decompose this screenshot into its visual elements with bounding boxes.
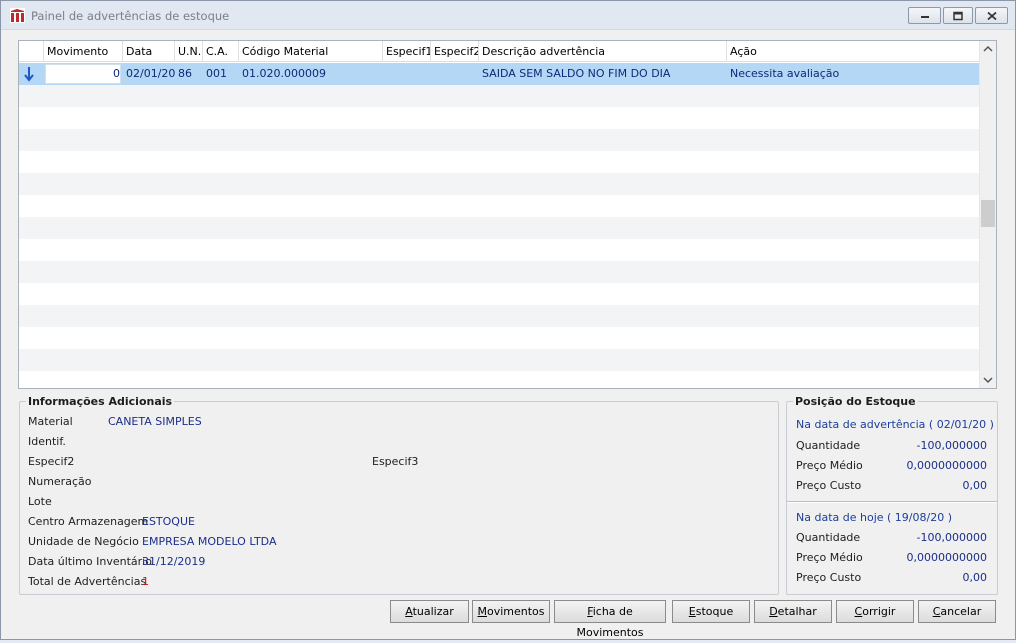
unidade-negocio-value: EMPRESA MODELO LTDA xyxy=(142,535,277,548)
header-descricao[interactable]: Descrição advertência xyxy=(479,41,727,62)
close-button[interactable] xyxy=(975,7,1008,24)
unidade-negocio-label: Unidade de Negócio xyxy=(28,535,139,548)
header-codigo-material[interactable]: Código Material xyxy=(239,41,383,62)
hoje-date-header: Na data de hoje ( 19/08/20 ) xyxy=(796,511,952,524)
warnings-grid[interactable]: Movimento Data U.N. C.A. Código Material… xyxy=(18,40,997,389)
table-row[interactable]: 0 02/01/20 86 001 01.020.000009 SAIDA SE… xyxy=(19,63,979,85)
scroll-thumb[interactable] xyxy=(981,200,995,227)
adv-preco-medio-value: 0,0000000000 xyxy=(906,459,987,472)
empty-row xyxy=(19,371,979,388)
empty-row xyxy=(19,129,979,151)
cell-un[interactable]: 86 xyxy=(175,63,203,85)
hoje-preco-medio-label: Preço Médio xyxy=(796,551,863,564)
detalhar-button[interactable]: Detalhar xyxy=(754,600,832,623)
grid-header: Movimento Data U.N. C.A. Código Material… xyxy=(19,41,979,62)
close-icon xyxy=(986,11,997,20)
header-especif1[interactable]: Especif1 xyxy=(383,41,431,62)
header-acao[interactable]: Ação xyxy=(727,41,979,62)
posicao-divider xyxy=(787,501,997,503)
material-value: CANETA SIMPLES xyxy=(108,415,202,428)
centro-armazenagem-label: Centro Armazenagem xyxy=(28,515,149,528)
adv-preco-custo-value: 0,00 xyxy=(962,479,988,492)
adv-preco-custo-label: Preço Custo xyxy=(796,479,862,492)
cancelar-button[interactable]: Cancelar xyxy=(918,600,996,623)
material-label: Material xyxy=(28,415,73,428)
total-advertencias-label: Total de Advertências xyxy=(28,575,147,588)
header-ca[interactable]: C.A. xyxy=(203,41,239,62)
empty-row xyxy=(19,217,979,239)
hoje-quantidade-label: Quantidade xyxy=(796,531,861,544)
minimize-icon xyxy=(920,15,929,18)
scroll-up-icon[interactable] xyxy=(980,41,996,58)
hoje-preco-custo-label: Preço Custo xyxy=(796,571,862,584)
numeracao-label: Numeração xyxy=(28,475,92,488)
empty-row xyxy=(19,151,979,173)
minimize-button[interactable] xyxy=(908,7,941,24)
header-especif2[interactable]: Especif2 xyxy=(431,41,479,62)
especif3-label: Especif3 xyxy=(372,455,419,468)
empty-row xyxy=(19,195,979,217)
adv-quantidade-label: Quantidade xyxy=(796,439,861,452)
restore-icon xyxy=(953,11,963,20)
app-logo-icon xyxy=(10,8,25,23)
empty-row xyxy=(19,85,979,107)
ficha-de-movimentos-button[interactable]: Ficha de Movimentos xyxy=(554,600,666,639)
empty-row xyxy=(19,283,979,305)
cell-ca[interactable]: 001 xyxy=(203,63,239,85)
posicao-estoque-title: Posição do Estoque xyxy=(795,395,916,408)
empty-row xyxy=(19,305,979,327)
window-title: Painel de advertências de estoque xyxy=(31,9,230,23)
row-pointer-arrow-icon xyxy=(23,66,35,82)
info-group-title: Informações Adicionais xyxy=(28,395,173,408)
empty-row xyxy=(19,261,979,283)
advertencia-date-header: Na data de advertência ( 02/01/20 ) xyxy=(796,418,994,431)
corrigir-button[interactable]: Corrigir xyxy=(836,600,914,623)
cell-movimento[interactable]: 0 xyxy=(44,63,123,85)
identif-label: Identif. xyxy=(28,435,66,448)
scroll-down-icon[interactable] xyxy=(980,371,996,388)
header-data[interactable]: Data xyxy=(123,41,175,62)
cell-descricao[interactable]: SAIDA SEM SALDO NO FIM DO DIA xyxy=(479,63,727,85)
stock-warnings-window: Painel de advertências de estoque Movime… xyxy=(0,0,1016,640)
ultimo-inventario-value: 31/12/2019 xyxy=(142,555,206,568)
header-un[interactable]: U.N. xyxy=(175,41,203,62)
especif2-label: Especif2 xyxy=(28,455,75,468)
empty-row xyxy=(19,107,979,129)
cell-data[interactable]: 02/01/20 xyxy=(123,63,175,85)
ultimo-inventario-label: Data último Inventário xyxy=(28,555,152,568)
estoque-button[interactable]: Estoque xyxy=(672,600,750,623)
hoje-preco-custo-value: 0,00 xyxy=(962,571,988,584)
adv-quantidade-value: -100,000000 xyxy=(916,439,987,452)
atualizar-button[interactable]: Atualizar xyxy=(390,600,469,623)
cell-especif2[interactable] xyxy=(431,63,479,85)
header-movimento[interactable]: Movimento xyxy=(44,41,123,62)
hoje-quantidade-value: -100,000000 xyxy=(916,531,987,544)
header-indicator-col xyxy=(19,41,44,62)
restore-button[interactable] xyxy=(943,7,973,24)
adv-preco-medio-label: Preço Médio xyxy=(796,459,863,472)
empty-row xyxy=(19,349,979,371)
title-bar[interactable]: Painel de advertências de estoque xyxy=(1,1,1015,30)
movimentos-button[interactable]: Movimentos xyxy=(472,600,550,623)
total-advertencias-value: 1 xyxy=(142,575,149,588)
empty-row xyxy=(19,327,979,349)
lote-label: Lote xyxy=(28,495,52,508)
cell-especif1[interactable] xyxy=(383,63,431,85)
empty-row xyxy=(19,173,979,195)
hoje-preco-medio-value: 0,0000000000 xyxy=(906,551,987,564)
cell-acao[interactable]: Necessita avaliação xyxy=(727,63,979,85)
centro-armazenagem-value: ESTOQUE xyxy=(142,515,195,528)
cell-codigo-material[interactable]: 01.020.000009 xyxy=(239,63,383,85)
empty-row xyxy=(19,239,979,261)
grid-vertical-scrollbar[interactable] xyxy=(979,41,996,388)
